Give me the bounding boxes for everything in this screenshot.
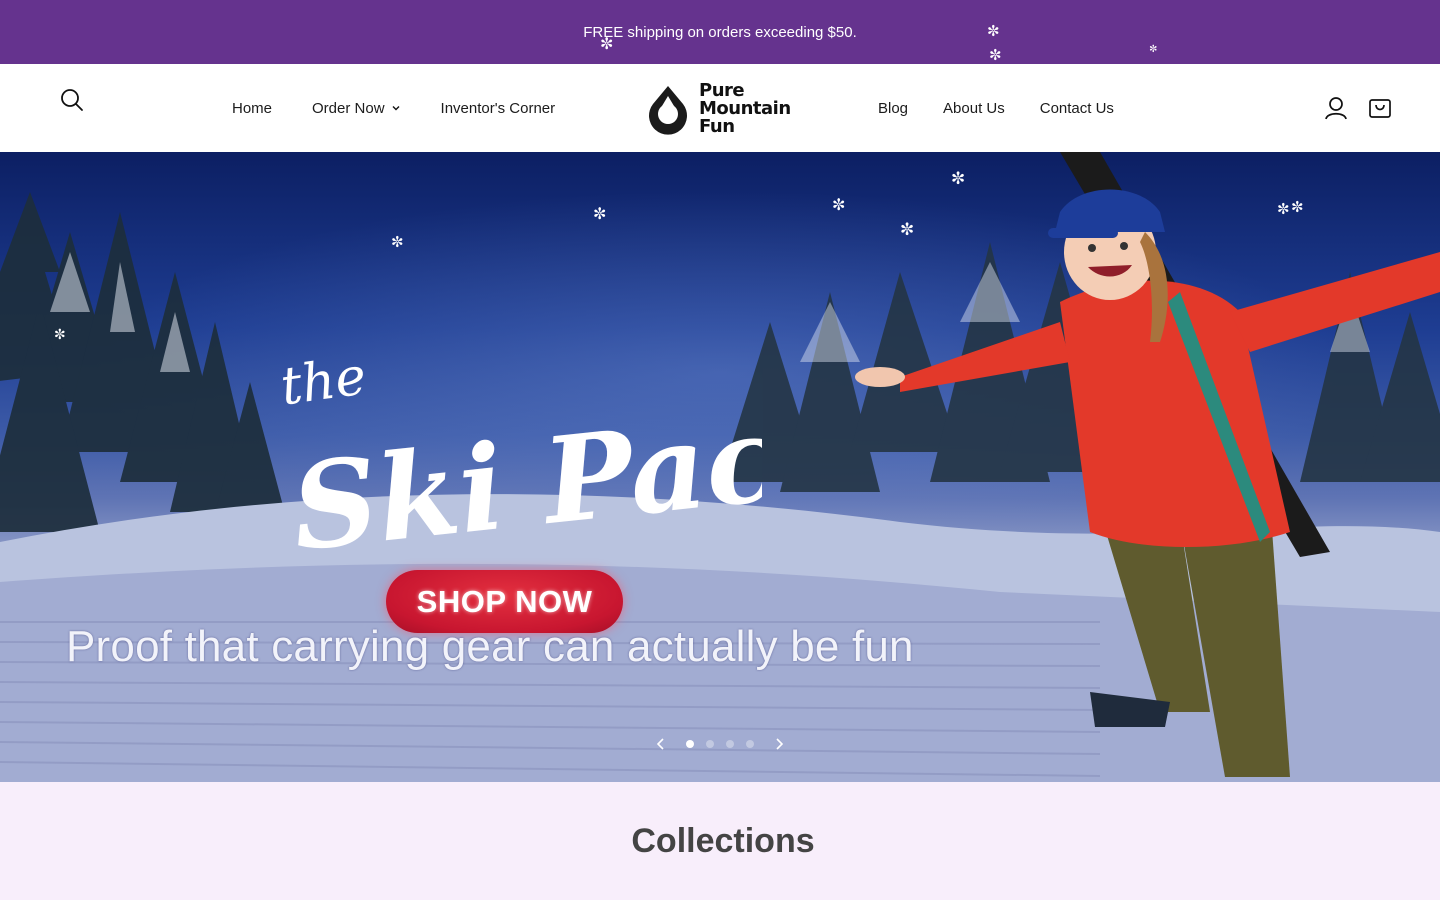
primary-nav-left: Home Order Now Inventor's Corner bbox=[232, 64, 555, 152]
nav-contact-us-label: Contact Us bbox=[1039, 99, 1114, 117]
cart-button[interactable] bbox=[1367, 95, 1393, 121]
hero-script-small: the bbox=[277, 346, 370, 417]
nav-blog[interactable]: Blog bbox=[878, 100, 908, 117]
slider-dot-1[interactable] bbox=[686, 740, 694, 748]
shop-now-label: SHOP NOW bbox=[416, 583, 593, 619]
nav-home[interactable]: Home bbox=[232, 100, 272, 117]
nav-contact-us[interactable]: Contact Us bbox=[1040, 100, 1114, 117]
hero-tagline: Proof that carrying gear can actually be… bbox=[66, 622, 914, 671]
logo-line-3: Fun bbox=[699, 116, 735, 137]
nav-inventors-corner[interactable]: Inventor's Corner bbox=[441, 100, 556, 117]
chevron-left-icon[interactable] bbox=[650, 734, 670, 754]
primary-nav-right: Blog About Us Contact Us bbox=[878, 64, 1114, 152]
search-icon bbox=[61, 89, 83, 111]
nav-inventors-corner-label: Inventor's Corner bbox=[440, 99, 556, 117]
hero-script-headline: the Ski Pack: bbox=[277, 346, 762, 562]
slider-dot-4[interactable] bbox=[746, 740, 754, 748]
nav-about-us-label: About Us bbox=[943, 99, 1005, 117]
chevron-right-icon[interactable] bbox=[770, 734, 790, 754]
nav-order-now[interactable]: Order Now bbox=[312, 100, 401, 117]
site-logo[interactable]: Pure Mountain Fun bbox=[643, 80, 803, 138]
nav-home-label: Home bbox=[232, 99, 273, 117]
announcement-bar: FREE shipping on orders exceeding $50. bbox=[0, 0, 1440, 64]
slider-controls bbox=[650, 732, 790, 756]
nav-about-us[interactable]: About Us bbox=[943, 100, 1005, 117]
slider-dots bbox=[686, 740, 754, 748]
account-icon bbox=[1325, 97, 1347, 120]
logo-wordmark: Pure Mountain Fun bbox=[699, 82, 791, 136]
search-button[interactable] bbox=[58, 86, 86, 114]
nav-order-now-label: Order Now bbox=[312, 99, 385, 117]
announcement-text: FREE shipping on orders exceeding $50. bbox=[583, 23, 857, 41]
chevron-down-icon bbox=[392, 106, 400, 111]
nav-blog-label: Blog bbox=[878, 99, 909, 117]
logo-mark-icon bbox=[649, 86, 687, 135]
hero-banner: the Ski Pack: SHOP NOW Proof that carryi… bbox=[0, 152, 1440, 782]
cart-icon bbox=[1369, 99, 1391, 118]
collections-section: Collections bbox=[0, 782, 1440, 900]
account-button[interactable] bbox=[1323, 95, 1349, 121]
collections-heading: Collections bbox=[631, 822, 815, 860]
site-header: Home Order Now Inventor's Corner Pure Mo… bbox=[0, 64, 1440, 152]
slider-dot-2[interactable] bbox=[706, 740, 714, 748]
slider-dot-3[interactable] bbox=[726, 740, 734, 748]
